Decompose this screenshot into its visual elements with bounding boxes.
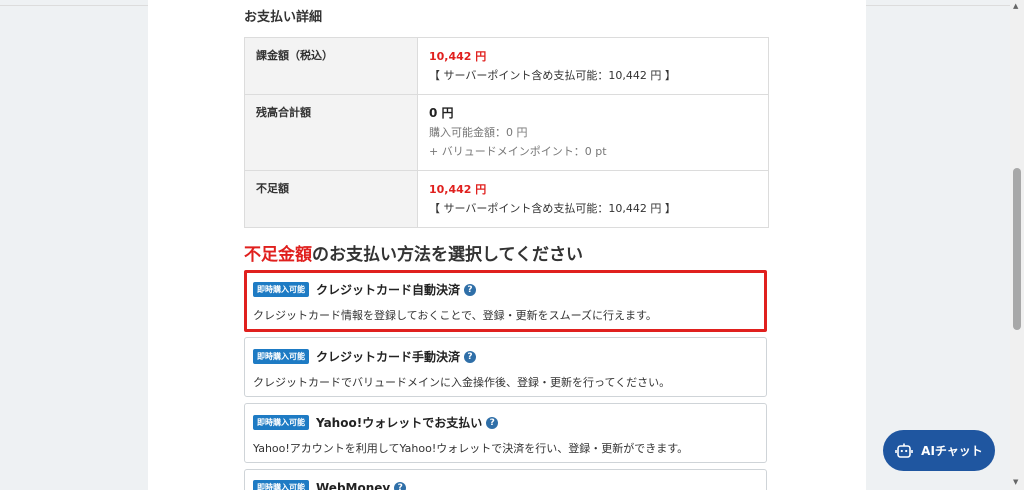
- charge-note: 【 サーバーポイント含め支払可能：10,442 円 】: [429, 69, 676, 82]
- scroll-up-arrow-icon[interactable]: ▲: [1013, 2, 1018, 10]
- payment-details-title: お支払い詳細: [244, 10, 323, 25]
- row-label: 残高合計額: [244, 94, 418, 171]
- instant-purchase-badge: 即時購入可能: [253, 349, 309, 364]
- row-value: 10,442 円 【 サーバーポイント含め支払可能：10,442 円 】: [417, 37, 769, 95]
- option-yahoo-wallet[interactable]: 即時購入可能 Yahoo!ウォレットでお支払い ? Yahoo!アカウントを利用…: [244, 403, 767, 463]
- row-value: 0 円 購入可能金額：0 円 + バリュードメインポイント：0 pt: [417, 94, 769, 171]
- row-label: 課金額（税込）: [244, 37, 418, 95]
- purchasable-amount: 購入可能金額：0 円: [429, 126, 528, 139]
- scroll-down-arrow-icon[interactable]: ▼: [1013, 478, 1018, 486]
- ai-chat-button[interactable]: AIチャット: [883, 430, 995, 471]
- table-row: 残高合計額 0 円 購入可能金額：0 円 + バリュードメインポイント：0 pt: [244, 94, 769, 171]
- table-row: 不足額 10,442 円 【 サーバーポイント含め支払可能：10,442 円 】: [244, 170, 769, 228]
- option-webmoney[interactable]: 即時購入可能 WebMoney ?: [244, 469, 767, 490]
- option-title: Yahoo!ウォレットでお支払い: [316, 416, 483, 430]
- payment-method-heading: 不足金額のお支払い方法を選択してください: [244, 240, 583, 265]
- help-icon[interactable]: ?: [464, 283, 477, 296]
- heading-rest: のお支払い方法を選択してください: [312, 245, 583, 265]
- row-label: 不足額: [244, 170, 418, 228]
- instant-purchase-badge: 即時購入可能: [253, 282, 309, 297]
- help-icon[interactable]: ?: [394, 481, 407, 490]
- option-description: クレジットカード情報を登録しておくことで、登録・更新をスムーズに行えます。: [253, 309, 657, 322]
- domain-points: + バリュードメインポイント：0 pt: [429, 145, 607, 158]
- option-credit-manual[interactable]: 即時購入可能 クレジットカード手動決済 ? クレジットカードでバリュードメインに…: [244, 337, 767, 397]
- option-description: クレジットカードでバリュードメインに入金操作後、登録・更新を行ってください。: [253, 376, 671, 389]
- option-title: クレジットカード手動決済: [316, 350, 461, 364]
- option-title: WebMoney: [316, 480, 391, 490]
- option-credit-auto[interactable]: 即時購入可能 クレジットカード自動決済 ? クレジットカード情報を登録しておくこ…: [244, 270, 767, 332]
- heading-highlight: 不足金額: [244, 245, 312, 265]
- instant-purchase-badge: 即時購入可能: [253, 480, 309, 490]
- charge-amount: 10,442 円: [429, 50, 487, 63]
- help-icon[interactable]: ?: [464, 350, 477, 363]
- shortage-note: 【 サーバーポイント含め支払可能：10,442 円 】: [429, 202, 676, 215]
- scrollbar-thumb[interactable]: [1013, 168, 1021, 330]
- payment-details-table: 課金額（税込） 10,442 円 【 サーバーポイント含め支払可能：10,442…: [244, 37, 769, 228]
- main-content: お支払い詳細 課金額（税込） 10,442 円 【 サーバーポイント含め支払可能…: [148, 0, 866, 490]
- row-value: 10,442 円 【 サーバーポイント含め支払可能：10,442 円 】: [417, 170, 769, 228]
- robot-icon: [895, 443, 913, 458]
- balance-amount: 0 円: [429, 106, 454, 120]
- help-icon[interactable]: ?: [486, 416, 499, 429]
- instant-purchase-badge: 即時購入可能: [253, 415, 309, 430]
- option-description: Yahoo!アカウントを利用してYahoo!ウォレットで決済を行い、登録・更新が…: [253, 442, 689, 455]
- option-title: クレジットカード自動決済: [316, 283, 461, 297]
- shortage-amount: 10,442 円: [429, 183, 487, 196]
- table-row: 課金額（税込） 10,442 円 【 サーバーポイント含め支払可能：10,442…: [244, 37, 769, 95]
- ai-chat-label: AIチャット: [921, 444, 983, 458]
